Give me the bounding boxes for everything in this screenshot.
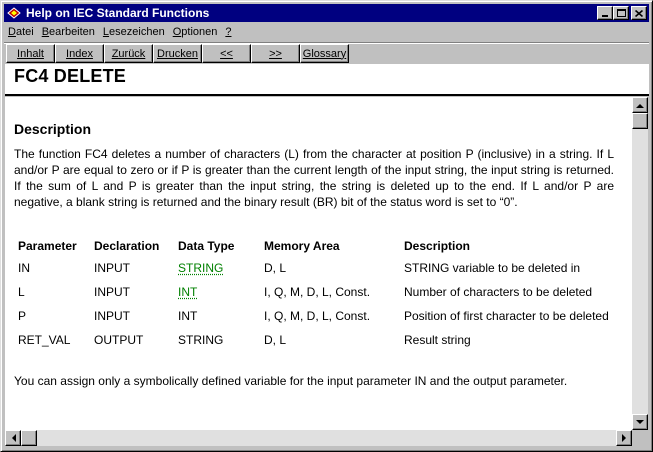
- menu-optionen[interactable]: Optionen: [169, 26, 222, 38]
- arrow-down-icon: [636, 419, 644, 424]
- cell-declaration: INPUT: [94, 261, 130, 275]
- arrow-left-icon: [11, 434, 16, 442]
- cell-declaration: INPUT: [94, 285, 130, 299]
- title-bar[interactable]: Help on IEC Standard Functions: [4, 4, 649, 22]
- cell-memory-area: D, L: [264, 261, 287, 275]
- menu-datei[interactable]: Datei: [4, 26, 38, 38]
- vertical-scroll-thumb[interactable]: [632, 113, 648, 129]
- maximize-button[interactable]: [613, 6, 629, 20]
- footnote-text: You can assign only a symbolically defin…: [14, 374, 568, 388]
- topic-header: FC4 DELETE: [5, 64, 649, 96]
- data-type-link-text[interactable]: INT: [178, 285, 197, 299]
- close-button[interactable]: [631, 6, 647, 20]
- browse-back-button[interactable]: <<: [202, 44, 251, 63]
- menu-bar: Datei Bearbeiten Lesezeichen Optionen ?: [4, 23, 649, 41]
- button-bar: Inhalt Index Zurück Drucken << >> Glossa…: [4, 42, 649, 64]
- header-description: Description: [404, 239, 471, 253]
- arrow-up-icon: [636, 103, 644, 108]
- close-icon: [635, 9, 643, 17]
- topic-title: FC4 DELETE: [14, 66, 127, 86]
- horizontal-scroll-thumb[interactable]: [21, 430, 37, 446]
- cell-declaration: INPUT: [94, 309, 130, 323]
- arrow-right-icon: [621, 434, 626, 442]
- cell-data-type: STRING: [178, 333, 224, 347]
- minimize-icon: [602, 14, 608, 17]
- menu-help[interactable]: ?: [221, 26, 235, 38]
- header-parameter: Parameter: [18, 239, 77, 253]
- parameter-table: Parameter Declaration Data Type Memory A…: [14, 236, 615, 352]
- cell-description: STRING variable to be deleted in: [404, 261, 581, 275]
- cell-description: Number of characters to be deleted: [404, 285, 593, 299]
- data-type-link-text[interactable]: STRING: [178, 261, 223, 275]
- cell-memory-area: D, L: [264, 333, 287, 347]
- table-row: L INPUT INT I, Q, M, D, L, Const. Number…: [14, 280, 615, 304]
- header-declaration: Declaration: [94, 239, 160, 253]
- cell-description: Position of first character to be delete…: [404, 309, 609, 323]
- table-row: IN INPUT STRING D, L STRING variable to …: [14, 256, 615, 280]
- cell-memory-area: I, Q, M, D, L, Const.: [264, 309, 371, 323]
- scrollbar-corner: [632, 430, 648, 446]
- minimize-button[interactable]: [597, 6, 613, 20]
- index-button[interactable]: Index: [55, 44, 104, 63]
- table-row: P INPUT INT I, Q, M, D, L, Const. Positi…: [14, 304, 615, 328]
- header-data-type: Data Type: [178, 239, 235, 253]
- data-type-link[interactable]: STRING: [174, 256, 260, 280]
- data-type-link[interactable]: INT: [174, 280, 260, 304]
- description-text: The function FC4 deletes a number of cha…: [14, 147, 614, 209]
- header-memory-area: Memory Area: [264, 239, 340, 253]
- back-button[interactable]: Zurück: [104, 44, 153, 63]
- vertical-scrollbar[interactable]: [632, 97, 648, 430]
- window-title: Help on IEC Standard Functions: [26, 6, 210, 20]
- maximize-icon: [616, 9, 626, 17]
- glossary-button[interactable]: Glossary: [300, 44, 349, 63]
- help-book-icon[interactable]: [6, 6, 22, 20]
- cell-parameter: IN: [18, 261, 30, 275]
- scroll-up-button[interactable]: [632, 97, 648, 113]
- menu-lesezeichen[interactable]: Lesezeichen: [99, 26, 169, 38]
- cell-parameter: P: [18, 309, 27, 323]
- table-header-row: Parameter Declaration Data Type Memory A…: [14, 236, 615, 256]
- scroll-left-button[interactable]: [5, 430, 21, 446]
- cell-declaration: OUTPUT: [94, 333, 144, 347]
- cell-parameter: L: [18, 285, 25, 299]
- cell-parameter: RET_VAL: [18, 333, 71, 347]
- cell-memory-area: I, Q, M, D, L, Const.: [264, 285, 371, 299]
- print-button[interactable]: Drucken: [153, 44, 202, 63]
- browse-forward-button[interactable]: >>: [251, 44, 300, 63]
- scroll-right-button[interactable]: [616, 430, 632, 446]
- horizontal-scrollbar[interactable]: [5, 430, 632, 446]
- table-row: RET_VAL OUTPUT STRING D, L Result string: [14, 328, 615, 352]
- help-window: Help on IEC Standard Functions Datei Bea…: [0, 0, 653, 452]
- section-title: Description: [14, 121, 92, 137]
- scroll-down-button[interactable]: [632, 414, 648, 430]
- menu-bearbeiten[interactable]: Bearbeiten: [38, 26, 99, 38]
- contents-button[interactable]: Inhalt: [6, 44, 55, 63]
- cell-data-type: INT: [178, 309, 198, 323]
- topic-content: Description The function FC4 deletes a n…: [5, 97, 632, 430]
- cell-description: Result string: [404, 333, 471, 347]
